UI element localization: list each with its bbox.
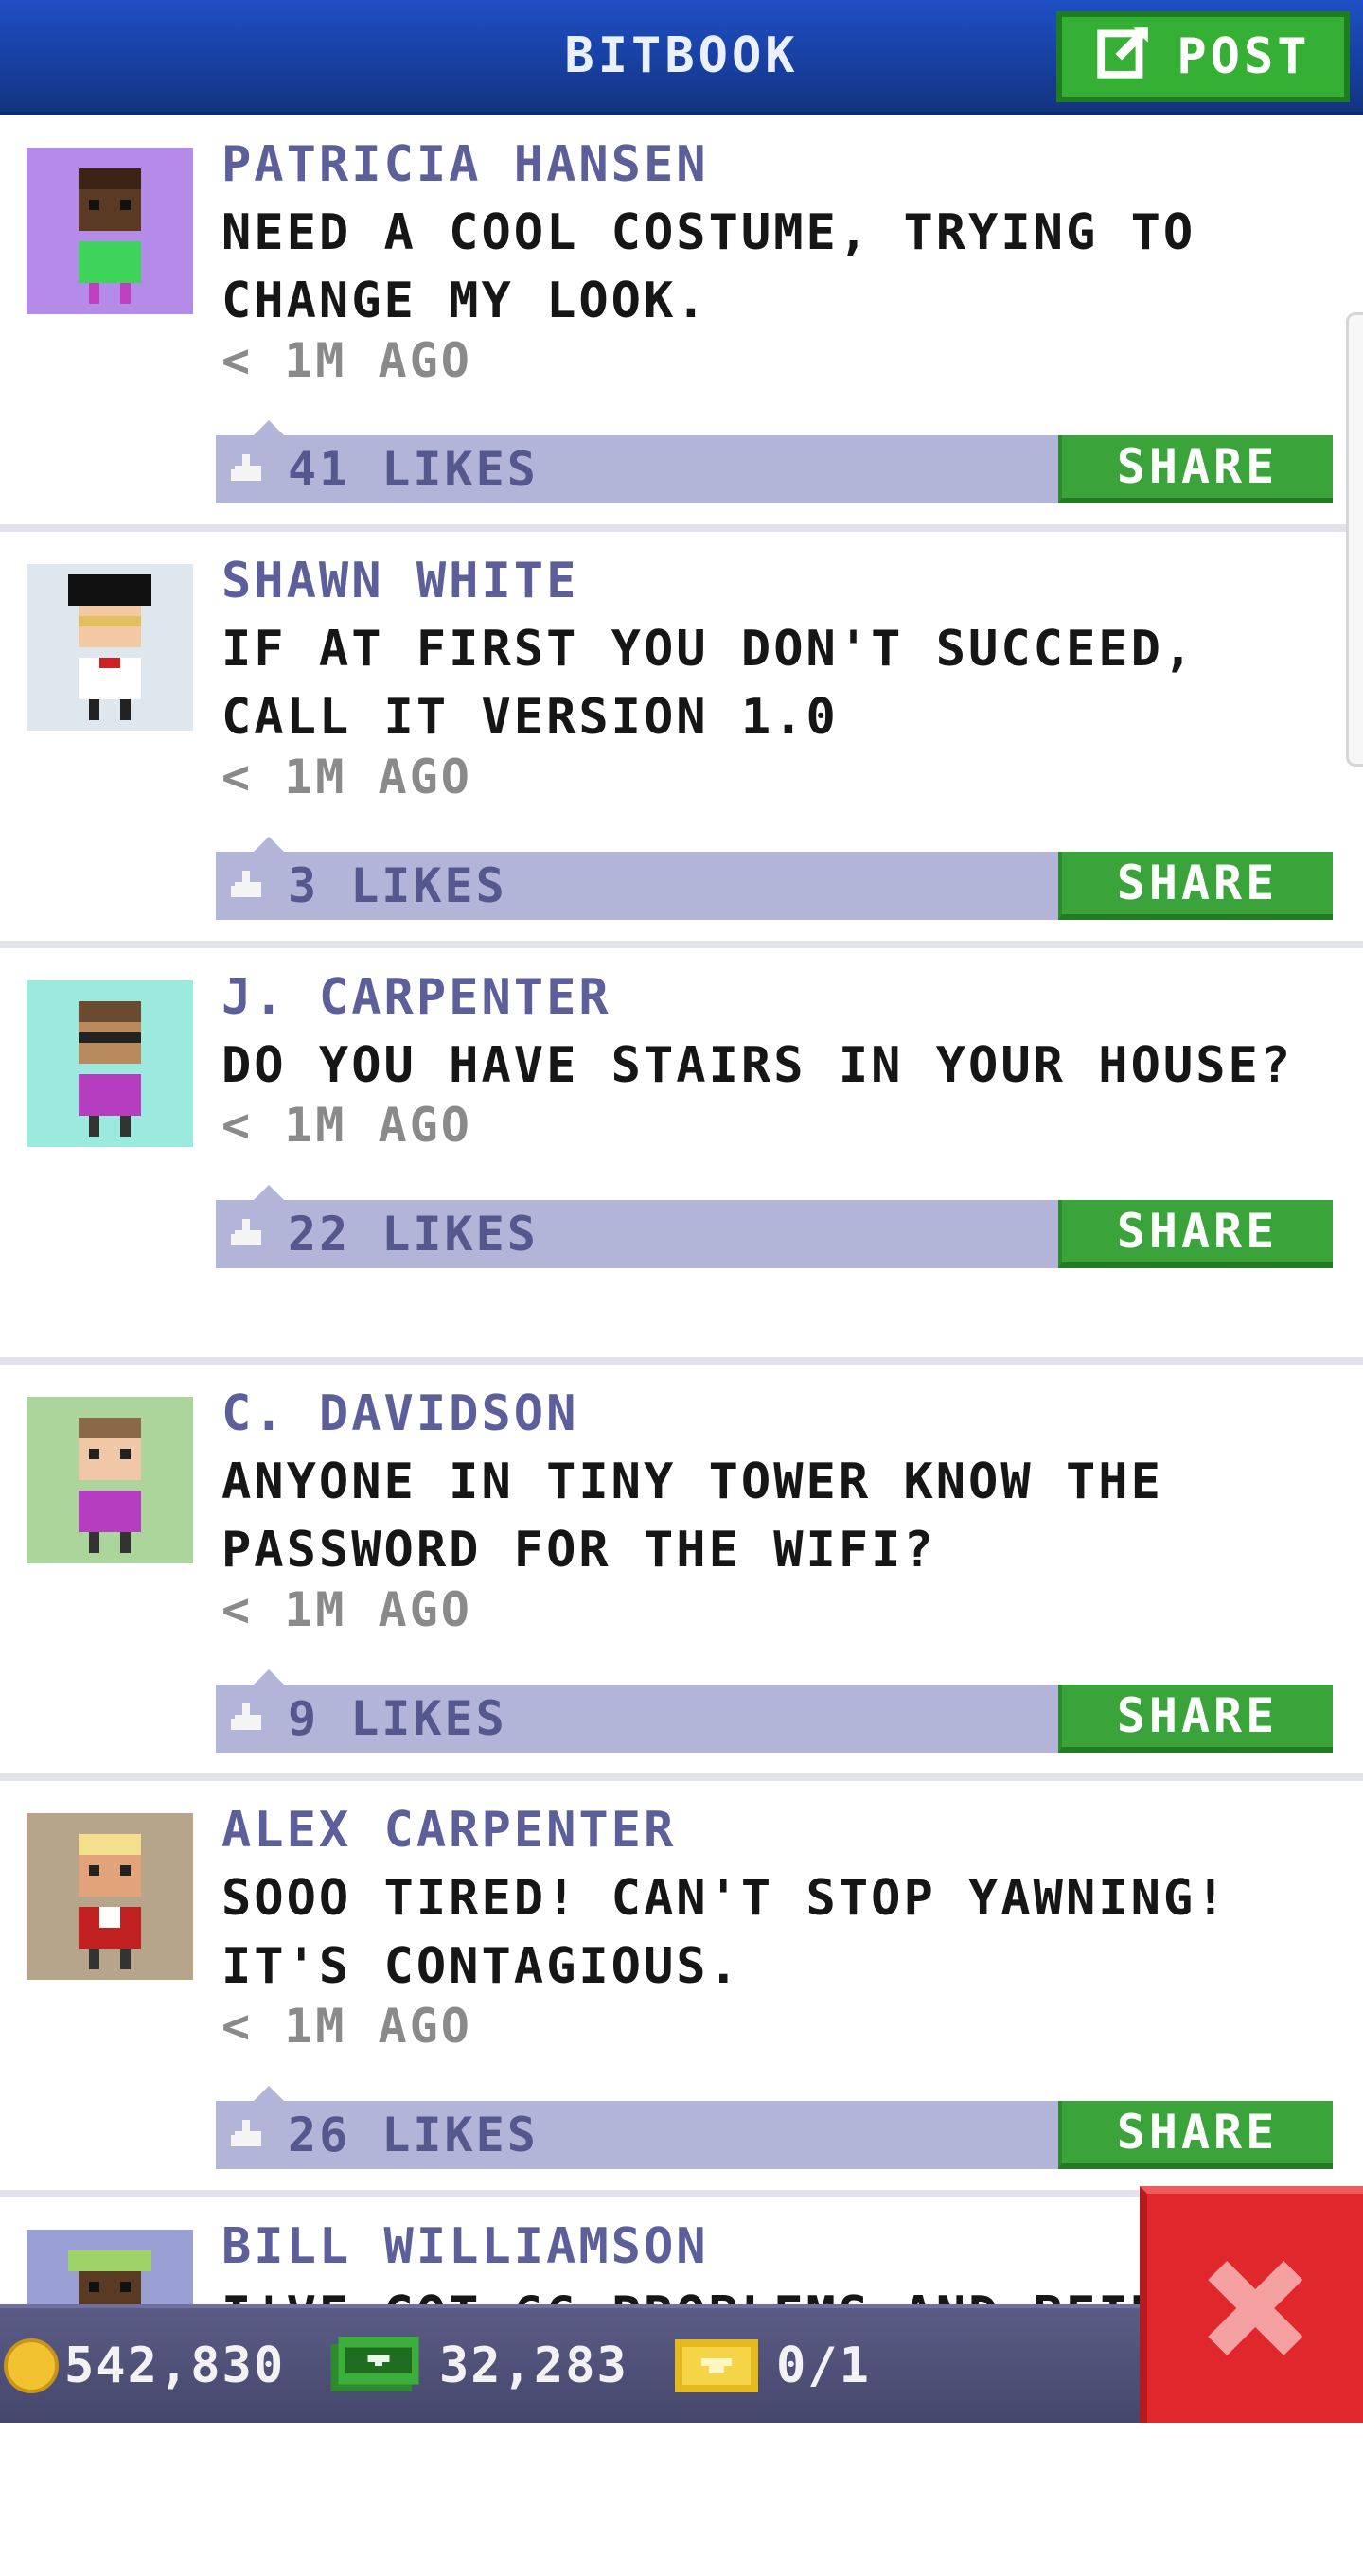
likes-count: 3 LIKES — [288, 858, 507, 913]
bux-icon — [330, 2336, 419, 2391]
ticket-stat: 0/1 — [674, 2308, 871, 2423]
likes-count: 26 LIKES — [288, 2108, 539, 2162]
thumbs-up-icon[interactable] — [231, 2120, 265, 2150]
coin-icon — [4, 2338, 59, 2393]
avatar[interactable] — [27, 148, 193, 314]
feed-post: SHAWN WHITE IF AT FIRST YOU DON'T SUCCEE… — [0, 532, 1363, 948]
post-button-label: POST — [1177, 28, 1311, 85]
scrollbar[interactable] — [1346, 312, 1363, 767]
compose-icon — [1095, 22, 1154, 93]
thumbs-up-icon[interactable] — [231, 1219, 265, 1249]
avatar[interactable] — [27, 1813, 193, 1980]
ticket-count: 0/1 — [776, 2337, 871, 2394]
close-button[interactable] — [1140, 2186, 1363, 2423]
post-message: ANYONE IN TINY TOWER KNOW THE PASSWORD F… — [221, 1454, 1163, 1579]
likes-bar: 22 LIKES SHARE — [216, 1185, 1333, 1268]
close-icon — [1208, 2261, 1302, 2355]
avatar[interactable] — [27, 564, 193, 731]
thumbs-up-icon[interactable] — [231, 871, 265, 901]
post-message: DO YOU HAVE STAIRS IN YOUR HOUSE? — [221, 1037, 1294, 1094]
feed-post: PATRICIA HANSEN NEED A COOL COSTUME, TRY… — [0, 115, 1363, 532]
post-message: IF AT FIRST YOU DON'T SUCCEED, CALL IT V… — [221, 621, 1196, 746]
share-button[interactable]: SHARE — [1058, 1685, 1333, 1753]
post-time: < 1M AGO — [221, 750, 472, 804]
post-author[interactable]: C. DAVIDSON — [221, 1385, 578, 1442]
thumbs-up-icon[interactable] — [231, 1703, 265, 1734]
post-author[interactable]: ALEX CARPENTER — [221, 1802, 676, 1859]
likes-bar: 26 LIKES SHARE — [216, 2086, 1333, 2169]
post-author[interactable]: J. CARPENTER — [221, 969, 611, 1026]
likes-bar: 9 LIKES SHARE — [216, 1669, 1333, 1753]
ticket-icon — [675, 2338, 758, 2392]
share-button[interactable]: SHARE — [1058, 852, 1333, 920]
post-message: NEED A COOL COSTUME, TRYING TO CHANGE MY… — [221, 204, 1196, 329]
share-button[interactable]: SHARE — [1058, 435, 1333, 503]
feed-post: C. DAVIDSON ANYONE IN TINY TOWER KNOW TH… — [0, 1365, 1363, 1781]
post-time: < 1M AGO — [221, 1582, 472, 1637]
post-time: < 1M AGO — [221, 1999, 472, 2054]
feed-post: ALEX CARPENTER SOOO TIRED! CAN'T STOP YA… — [0, 1781, 1363, 2197]
post-time: < 1M AGO — [221, 333, 472, 388]
share-button[interactable]: SHARE — [1058, 1200, 1333, 1268]
avatar[interactable] — [27, 1397, 193, 1563]
post-author[interactable]: PATRICIA HANSEN — [221, 136, 709, 193]
likes-count: 41 LIKES — [288, 442, 539, 497]
thumbs-up-icon[interactable] — [231, 454, 265, 485]
post-author[interactable]: SHAWN WHITE — [221, 553, 578, 609]
avatar[interactable] — [27, 980, 193, 1147]
post-time: < 1M AGO — [221, 1098, 472, 1153]
likes-bar: 41 LIKES SHARE — [216, 420, 1333, 503]
coin-count: 542,830 — [64, 2337, 286, 2394]
share-button[interactable]: SHARE — [1058, 2101, 1333, 2169]
post-author[interactable]: BILL WILLIAMSON — [221, 2218, 709, 2275]
app-header: BITBOOK POST — [0, 0, 1363, 115]
feed-post: J. CARPENTER DO YOU HAVE STAIRS IN YOUR … — [0, 948, 1363, 1365]
likes-bar: 3 LIKES SHARE — [216, 837, 1333, 920]
bux-count: 32,283 — [439, 2337, 628, 2394]
likes-count: 9 LIKES — [288, 1691, 507, 1746]
coin-stat: 542,830 — [4, 2308, 285, 2423]
post-message: SOOO TIRED! CAN'T STOP YAWNING! IT'S CON… — [221, 1870, 1229, 1995]
bux-stat: 32,283 — [329, 2308, 628, 2423]
post-button[interactable]: POST — [1056, 11, 1350, 102]
likes-count: 22 LIKES — [288, 1207, 539, 1262]
